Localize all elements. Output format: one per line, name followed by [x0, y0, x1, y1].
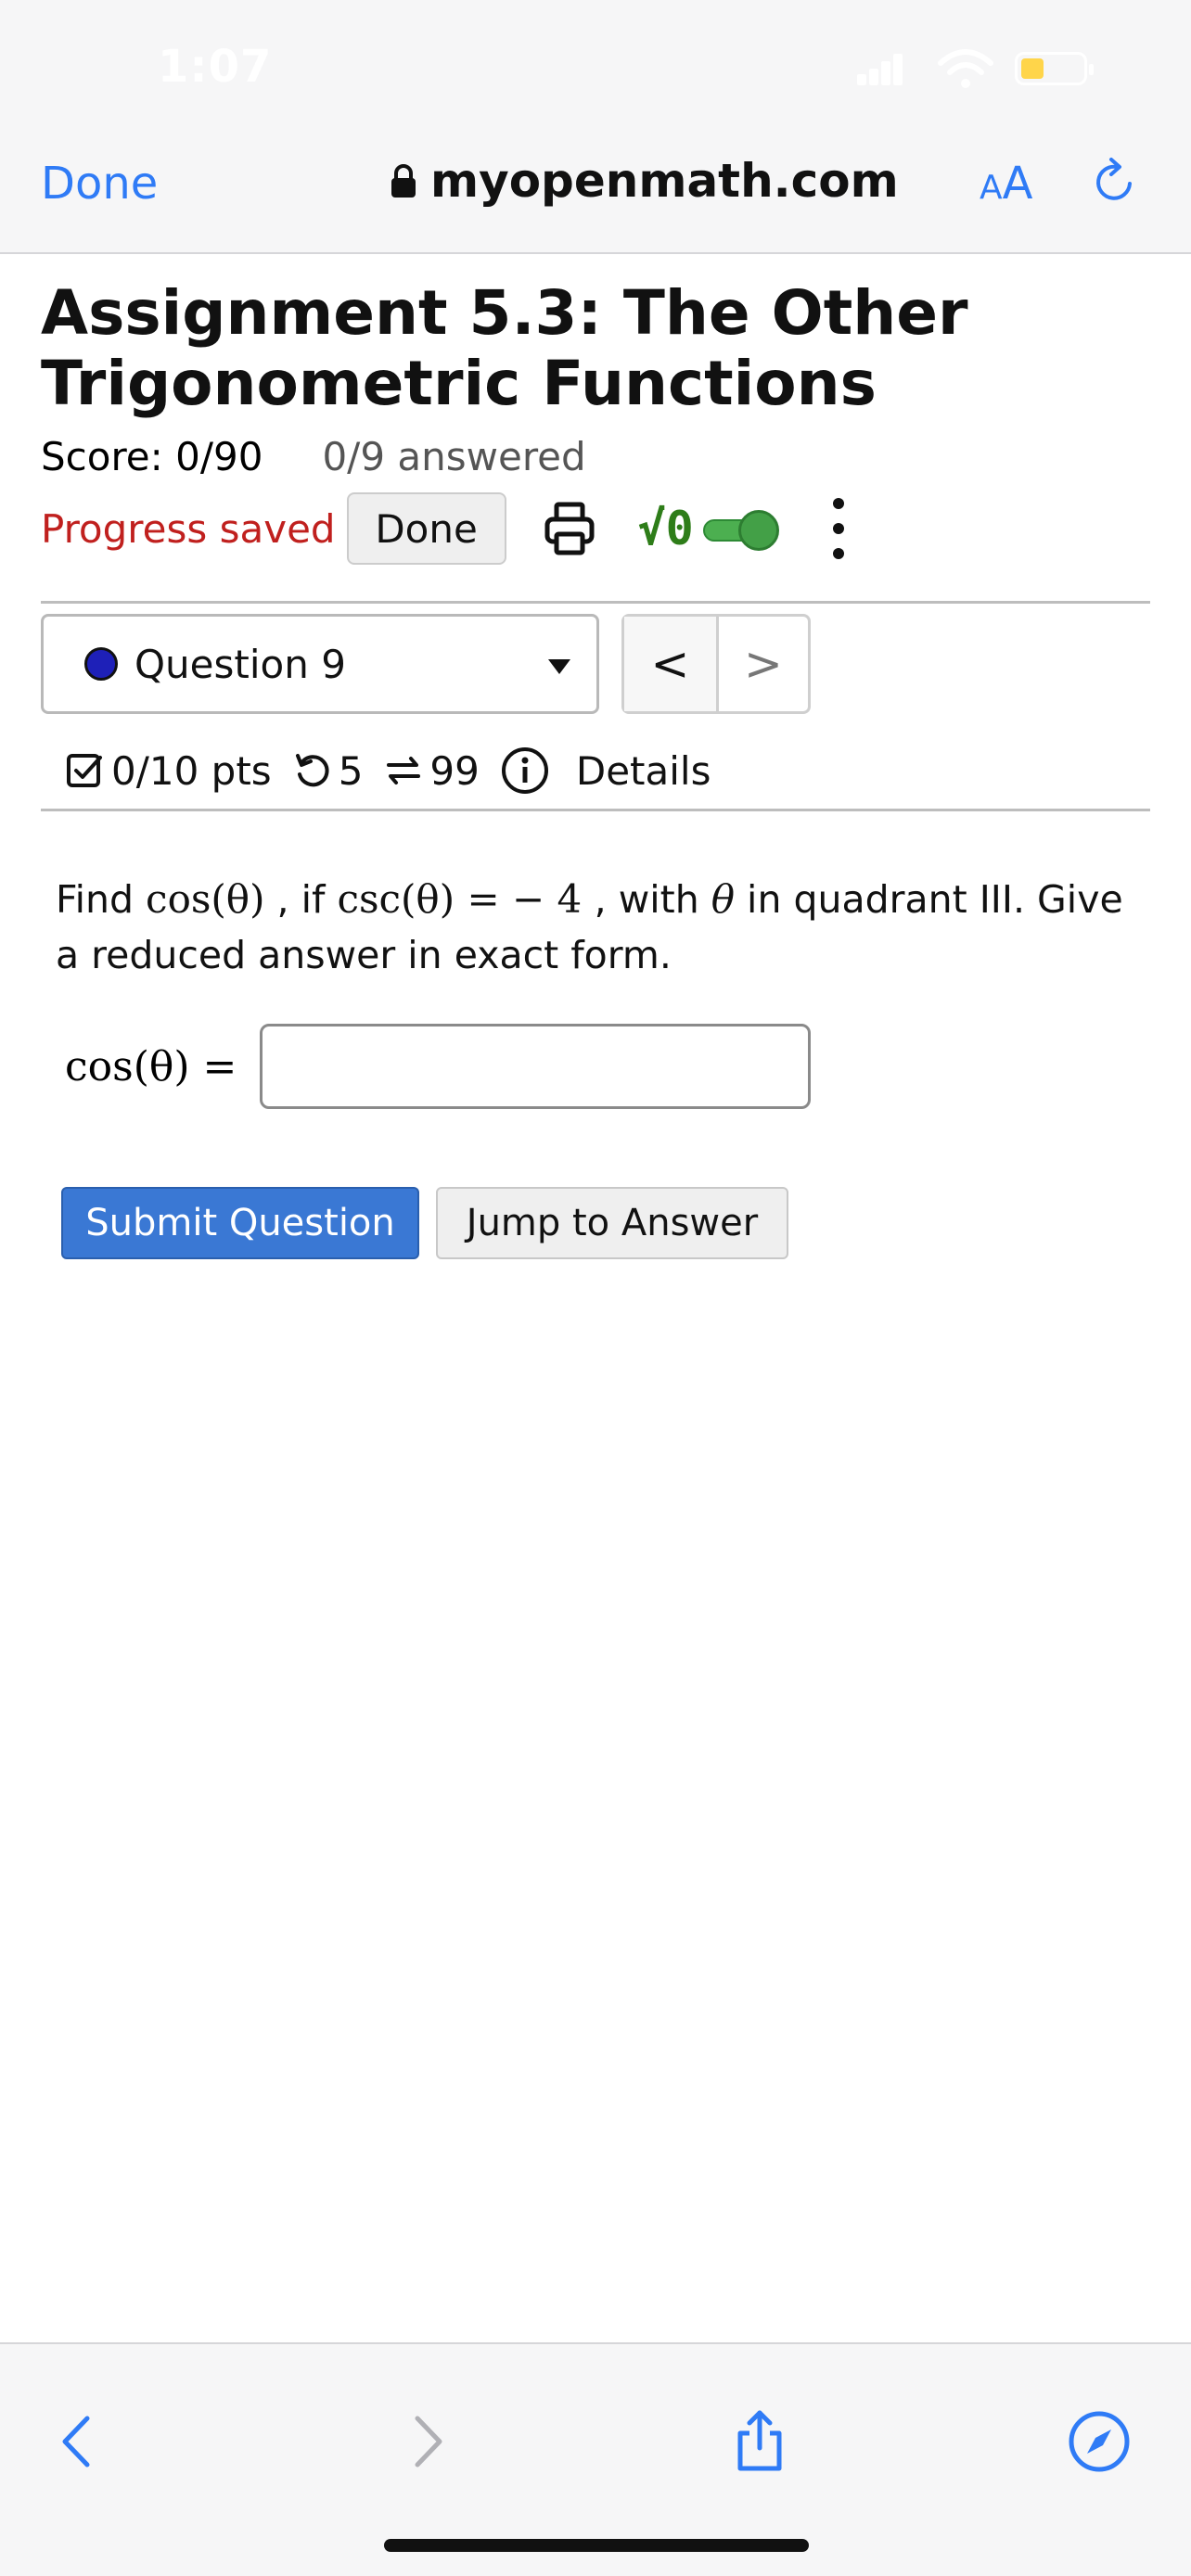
compass-icon[interactable] — [1067, 2409, 1132, 2474]
submit-question-button[interactable]: Submit Question — [61, 1187, 419, 1259]
wifi-icon — [938, 49, 993, 88]
answered-count: 0/9 answered — [322, 434, 586, 479]
info-icon[interactable] — [500, 746, 550, 796]
battery-icon — [1015, 52, 1094, 85]
more-options-icon[interactable] — [829, 498, 848, 559]
question-pager: < > — [621, 614, 811, 714]
done-button[interactable]: Done — [346, 492, 506, 565]
back-icon[interactable] — [46, 2409, 111, 2474]
question-text: Find cos(θ) , if csc(θ) = − 4 , with θ i… — [56, 876, 1123, 977]
progress-row: Progress saved Done √0 — [41, 491, 848, 566]
points-text: 0/10 pts — [111, 747, 272, 794]
question-select-label: Question 9 — [134, 641, 346, 687]
printer-icon[interactable] — [544, 501, 596, 556]
answer-input[interactable] — [260, 1024, 811, 1109]
attempts-count: 99 — [429, 747, 480, 794]
math-entry-icon: √0 — [637, 502, 694, 555]
next-question-button[interactable]: > — [719, 617, 808, 711]
text-size-button[interactable]: AA — [980, 158, 1032, 210]
math-entry-toggle[interactable] — [702, 510, 787, 551]
question-meta: 0/10 pts 5 99 Details — [65, 738, 711, 803]
details-link[interactable]: Details — [576, 748, 711, 794]
answer-row: cos(θ) = — [65, 1024, 811, 1109]
home-indicator — [384, 2539, 809, 2552]
browser-done-button[interactable]: Done — [41, 158, 158, 210]
reload-icon[interactable] — [1089, 156, 1141, 208]
status-time: 1:07 — [158, 41, 273, 93]
chevron-down-icon — [548, 659, 570, 674]
browser-chrome: 1:07 Done myopenmath.com AA — [0, 0, 1191, 254]
divider — [41, 601, 1150, 604]
attempts-icon — [387, 757, 421, 784]
retries-count: 5 — [338, 747, 364, 794]
url-text: myopenmath.com — [430, 154, 899, 208]
retry-icon — [295, 754, 329, 787]
share-icon[interactable] — [727, 2409, 792, 2474]
progress-saved-text: Progress saved — [41, 505, 336, 552]
answer-label: cos(θ) = — [65, 1042, 237, 1090]
jump-to-answer-button[interactable]: Jump to Answer — [436, 1187, 788, 1259]
page-title: Assignment 5.3: The Other Trigonometric … — [41, 277, 968, 419]
address-bar[interactable]: myopenmath.com — [390, 154, 899, 208]
checkbox-icon — [67, 754, 102, 787]
lock-icon — [391, 164, 416, 198]
previous-question-button[interactable]: < — [624, 617, 719, 711]
forward-icon[interactable] — [393, 2409, 458, 2474]
score-text: Score: 0/90 — [41, 434, 263, 479]
divider — [41, 809, 1150, 811]
question-select[interactable]: Question 9 — [41, 614, 599, 714]
question-status-dot — [84, 647, 118, 681]
score-line: Score: 0/90 0/9 answered — [41, 434, 586, 479]
cellular-signal-icon — [857, 54, 903, 85]
